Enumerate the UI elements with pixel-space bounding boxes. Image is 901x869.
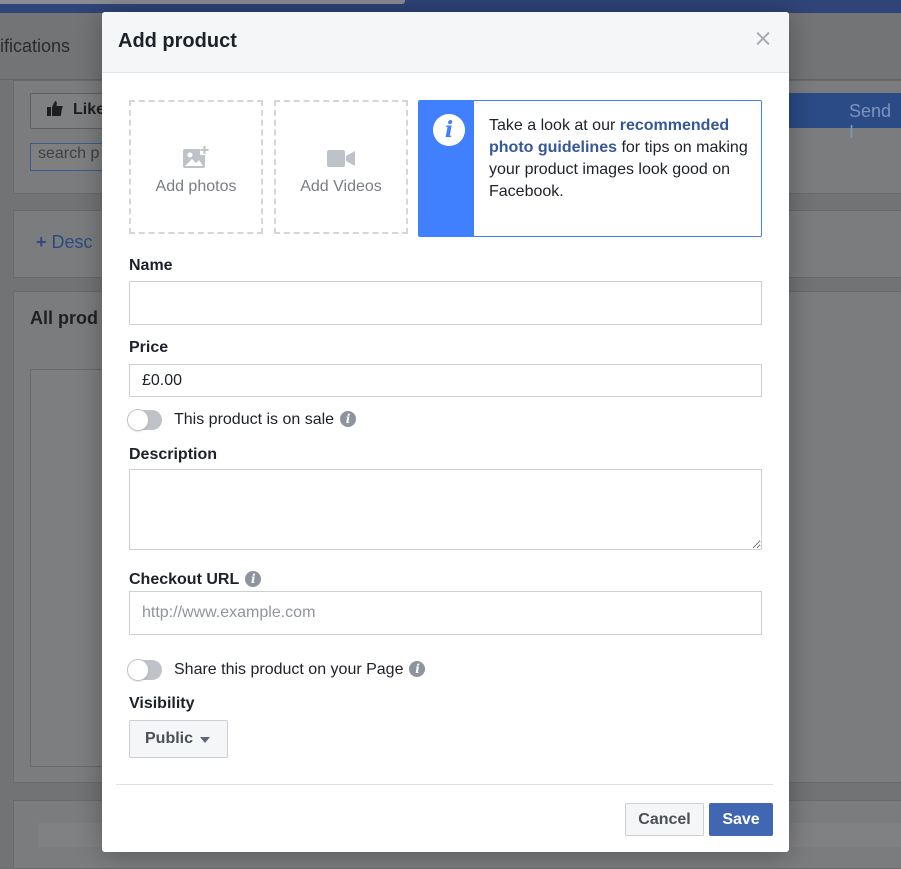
on-sale-label: This product is on sale [174, 411, 335, 428]
close-icon[interactable] [755, 30, 771, 46]
info-icon[interactable]: i [245, 571, 262, 587]
add-photos-label: Add photos [155, 178, 237, 195]
add-videos-label: Add Videos [300, 178, 382, 195]
save-button[interactable]: Save [709, 803, 773, 836]
cancel-button[interactable]: Cancel [625, 803, 704, 836]
info-icon[interactable]: i [340, 411, 357, 427]
price-input[interactable] [129, 364, 762, 397]
add-videos-button[interactable]: Add Videos [274, 100, 408, 234]
footer-divider [116, 784, 773, 785]
on-sale-toggle[interactable] [128, 410, 162, 430]
chevron-down-icon [200, 737, 210, 743]
dialog-title: Add product [118, 30, 237, 52]
video-camera-icon [327, 150, 355, 172]
add-photos-button[interactable]: Add photos [129, 100, 263, 234]
describe-link[interactable]: + Desc [36, 232, 93, 253]
background-search-placeholder: search p [38, 145, 100, 162]
name-input[interactable] [129, 281, 762, 325]
photo-guidelines-tip: i Take a look at our recommended photo g… [418, 100, 762, 237]
dialog-header: Add product [102, 12, 789, 73]
tip-text: Take a look at our recommended photo gui… [489, 115, 751, 203]
visibility-select[interactable]: Public [129, 720, 228, 758]
name-label: Name [129, 257, 173, 274]
checkout-url-label-wrap: Checkout URL i [129, 571, 262, 589]
checkout-url-input[interactable] [129, 591, 762, 635]
tip-sidebar: i [419, 101, 474, 236]
visibility-label: Visibility [129, 695, 195, 712]
like-label: Like [73, 101, 106, 118]
price-label: Price [129, 339, 169, 356]
add-photo-icon [183, 146, 209, 173]
description-label: Description [129, 446, 218, 463]
all-products-heading: All prod [30, 308, 98, 328]
describe-label: Desc [51, 232, 93, 252]
checkout-url-label: Checkout URL [129, 571, 240, 588]
share-label: Share this product on your Page [174, 661, 404, 678]
thumbs-up-icon [47, 101, 63, 116]
description-textarea[interactable] [129, 469, 762, 550]
info-icon: i [433, 114, 465, 146]
toggle-knob [128, 660, 148, 680]
product-placeholder [30, 369, 112, 767]
visibility-value: Public [145, 730, 194, 747]
send-label: Send I [849, 101, 892, 142]
tip-text-before: Take a look at our [489, 117, 620, 134]
info-icon[interactable]: i [409, 661, 426, 677]
toggle-knob [128, 410, 148, 430]
plus-icon: + [36, 232, 52, 252]
tab-notifications[interactable]: ifications [0, 36, 70, 57]
share-toggle[interactable] [128, 660, 162, 680]
share-label-wrap: Share this product on your Page i [174, 661, 426, 679]
add-product-dialog: Add product Add photos Add Videos i Take… [102, 12, 789, 852]
top-bar-pill [0, 0, 405, 4]
on-sale-label-wrap: This product is on sale i [174, 411, 357, 429]
